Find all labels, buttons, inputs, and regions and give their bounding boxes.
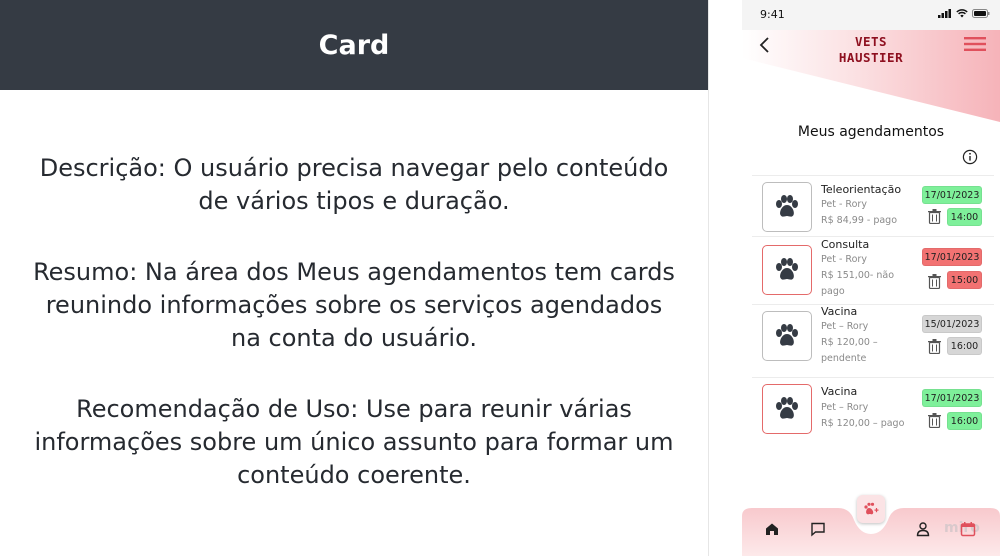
appointment-time-badge: 15:00 xyxy=(947,271,982,289)
appointment-card[interactable]: Consulta Pet - Rory R$ 151,00- não pago … xyxy=(752,236,994,303)
appointment-card[interactable]: Teleorientação Pet - Rory R$ 84,99 - pag… xyxy=(752,175,994,235)
appointment-thumbnail xyxy=(762,384,812,434)
appointment-price: R$ 120,00 – pago xyxy=(821,418,905,429)
trash-icon[interactable] xyxy=(928,339,941,354)
paw-icon xyxy=(776,258,798,280)
description-panel: Card Descrição: O usuário precisa navega… xyxy=(0,0,708,556)
description-text: Descrição: O usuário precisa navegar pel… xyxy=(39,154,669,215)
back-icon[interactable] xyxy=(756,36,774,54)
appointment-date-badge: 17/01/2023 xyxy=(922,248,982,266)
appointment-price: R$ 151,00- não xyxy=(821,270,895,281)
chat-icon[interactable] xyxy=(810,521,826,537)
calendar-icon[interactable] xyxy=(960,521,976,537)
appointment-price-status: pago xyxy=(821,286,845,297)
panel-header: Card xyxy=(0,0,708,90)
panel-divider xyxy=(708,0,709,556)
paw-icon xyxy=(776,324,798,346)
appointment-thumbnail xyxy=(762,245,812,295)
appointment-card[interactable]: Vacina Pet – Rory R$ 120,00 – pendente 1… xyxy=(752,304,994,376)
appointment-title: Vacina xyxy=(821,385,858,398)
appointment-title: Consulta xyxy=(821,238,870,251)
appointment-thumbnail xyxy=(762,182,812,232)
appointment-pet: Pet - Rory xyxy=(821,254,867,265)
battery-icon xyxy=(972,9,990,18)
brand-line-2: HAUSTIER xyxy=(838,50,904,65)
paw-icon xyxy=(776,397,798,419)
wifi-icon xyxy=(956,9,968,18)
add-pet-icon xyxy=(864,502,879,515)
appointment-title: Teleorientação xyxy=(821,183,902,196)
appointment-card[interactable]: Vacina Pet – Rory R$ 120,00 – pago 17/01… xyxy=(752,377,994,439)
trash-icon[interactable] xyxy=(928,413,941,428)
status-bar: 9:41 xyxy=(742,0,1000,30)
home-icon[interactable] xyxy=(764,521,780,537)
user-icon[interactable] xyxy=(915,521,931,537)
usage-recommendation-text: Recomendação de Uso: Use para reunir vár… xyxy=(34,395,674,489)
appointment-pet: Pet – Rory xyxy=(821,321,869,332)
appointment-time-badge: 16:00 xyxy=(947,337,982,355)
status-icons xyxy=(938,9,990,18)
appointment-title: Vacina xyxy=(821,305,858,318)
add-pet-button[interactable] xyxy=(857,495,885,523)
appointment-time-badge: 14:00 xyxy=(947,208,982,226)
signal-icon xyxy=(938,9,951,18)
trash-icon[interactable] xyxy=(928,209,941,224)
appointment-price: R$ 84,99 - pago xyxy=(821,215,898,226)
phone-mockup: 9:41 VETS HAUSTIER Meus agendamentos Tel… xyxy=(742,0,1000,556)
appointment-date-badge: 17/01/2023 xyxy=(922,186,982,204)
info-icon[interactable] xyxy=(962,149,978,165)
appointment-pet: Pet - Rory xyxy=(821,199,867,210)
paw-icon xyxy=(776,195,798,217)
appointment-price-status: pendente xyxy=(821,353,867,364)
panel-title: Card xyxy=(318,29,390,61)
summary-text: Resumo: Na área dos Meus agendamentos te… xyxy=(33,258,675,352)
appointment-pet: Pet – Rory xyxy=(821,402,869,413)
page-title: Meus agendamentos xyxy=(797,124,945,140)
appointment-thumbnail xyxy=(762,311,812,361)
appointment-date-badge: 17/01/2023 xyxy=(922,389,982,407)
appointment-date-badge: 15/01/2023 xyxy=(922,315,982,333)
status-time: 9:41 xyxy=(760,8,785,21)
menu-icon[interactable] xyxy=(964,37,986,51)
trash-icon[interactable] xyxy=(928,274,941,289)
appointment-price: R$ 120,00 – xyxy=(821,337,878,348)
brand-line-1: VETS xyxy=(854,34,888,49)
brand-logo: VETS HAUSTIER xyxy=(826,34,916,66)
appointment-time-badge: 16:00 xyxy=(947,412,982,430)
